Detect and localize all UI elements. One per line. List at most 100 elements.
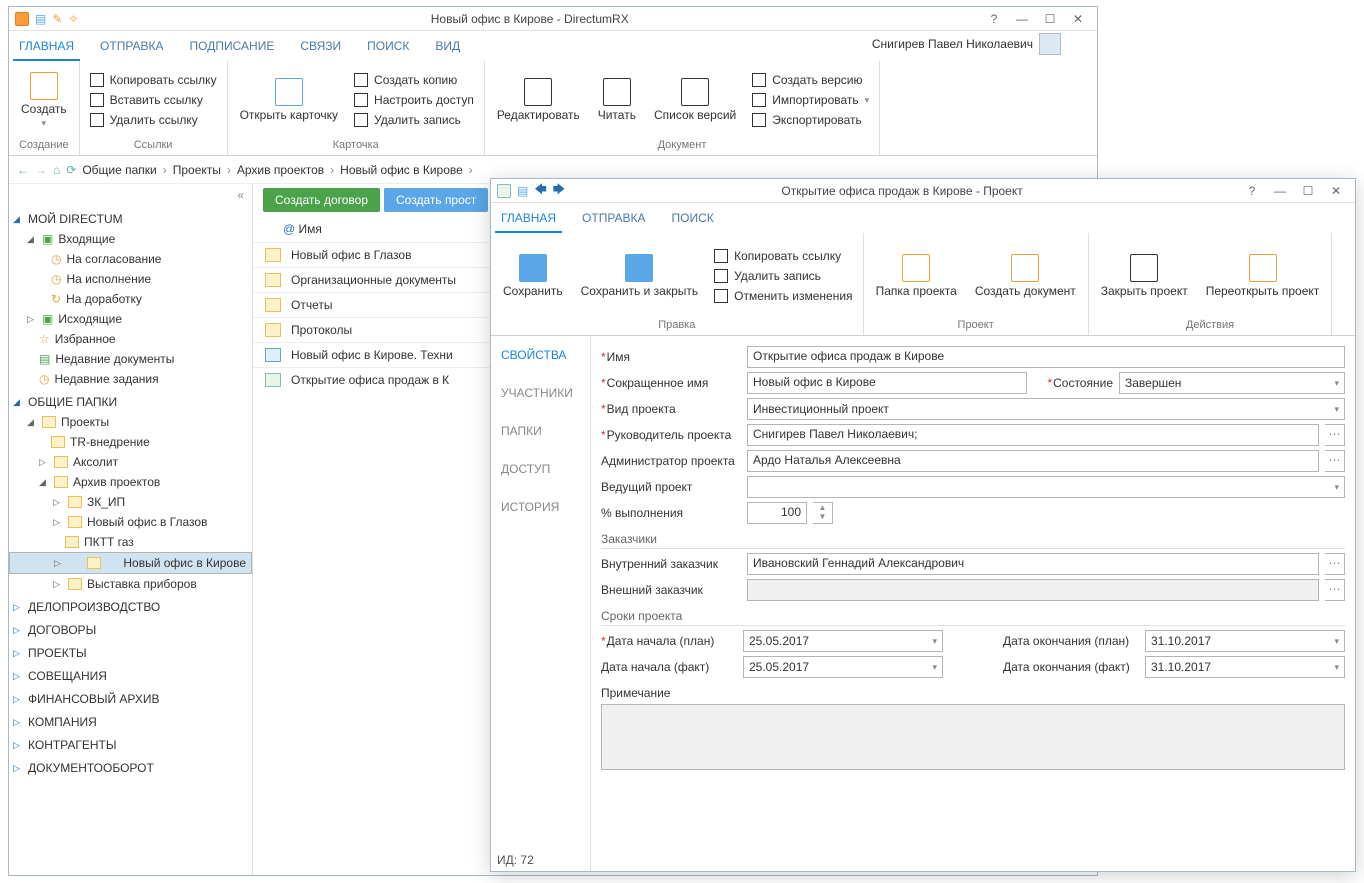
back-icon[interactable]: ←	[17, 163, 29, 177]
close-button[interactable]: ✕	[1065, 10, 1091, 28]
create-doc-button[interactable]: Создать документ	[969, 252, 1082, 300]
extc-input[interactable]	[747, 579, 1319, 601]
create-copy-button[interactable]: Создать копию	[350, 71, 478, 89]
nav-finarchive[interactable]: ▷ФИНАНСОВЫЙ АРХИВ	[9, 686, 252, 709]
intc-input[interactable]: Ивановский Геннадий Александрович	[747, 553, 1319, 575]
crumb-3[interactable]: Новый офис в Кирове	[340, 163, 463, 177]
vtab-access[interactable]: ДОСТУП	[491, 450, 590, 488]
refresh-icon[interactable]: ⟳	[66, 163, 76, 177]
help-button[interactable]: ?	[981, 10, 1007, 28]
state-select[interactable]: Завершен▾	[1119, 372, 1345, 394]
dlg-tab-main[interactable]: ГЛАВНАЯ	[495, 205, 562, 233]
nav-approval[interactable]: ◷На согласование	[9, 249, 252, 269]
crumb-0[interactable]: Общие папки	[82, 163, 156, 177]
nav-zkip[interactable]: ▷ЗК_ИП	[9, 492, 252, 512]
dlg-delete-record-button[interactable]: Удалить запись	[710, 267, 856, 285]
nav-docflow[interactable]: ▷ДОКУМЕНТООБОРОТ	[9, 755, 252, 778]
create-button[interactable]: Создать▾	[15, 70, 73, 131]
tab-sign[interactable]: ПОДПИСАНИЕ	[184, 33, 281, 61]
nav-projects[interactable]: ◢Проекты	[9, 412, 252, 432]
lead-input[interactable]: Снигирев Павел Николаевич;	[747, 424, 1319, 446]
nav-archive[interactable]: ◢Архив проектов	[9, 472, 252, 492]
delete-record-button[interactable]: Удалить запись	[350, 111, 478, 129]
dlg-tab-search[interactable]: ПОИСК	[666, 205, 720, 233]
nav-tr[interactable]: TR-внедрение	[9, 432, 252, 452]
admin-input[interactable]: Ардо Наталья Алексеевна	[747, 450, 1319, 472]
dstartp-input[interactable]: 25.05.2017▾	[743, 630, 943, 652]
tab-send[interactable]: ОТПРАВКА	[94, 33, 170, 61]
pct-input[interactable]: 100	[747, 502, 807, 524]
nav-company[interactable]: ▷КОМПАНИЯ	[9, 709, 252, 732]
home-icon[interactable]: ⌂	[53, 163, 60, 177]
note-textarea[interactable]	[601, 704, 1345, 770]
tab-links[interactable]: СВЯЗИ	[294, 33, 347, 61]
create-contract-button[interactable]: Создать договор	[263, 188, 380, 212]
qat-forward-icon[interactable]: 🡆	[553, 180, 565, 201]
copy-link-button[interactable]: Копировать ссылку	[86, 71, 221, 89]
nav-pktt[interactable]: ПКТТ газ	[9, 532, 252, 552]
project-folder-button[interactable]: Папка проекта	[870, 252, 963, 300]
dlg-close-button[interactable]: ✕	[1323, 182, 1349, 200]
kind-select[interactable]: Инвестиционный проект▾	[747, 398, 1345, 420]
dlg-help-button[interactable]: ?	[1239, 182, 1265, 200]
qat-save-icon[interactable]: ▤	[35, 12, 46, 26]
lead-picker[interactable]: ⋯	[1325, 424, 1345, 446]
nav-expo[interactable]: ▷Выставка приборов	[9, 574, 252, 594]
nav-fav[interactable]: ☆Избранное	[9, 329, 252, 349]
dendf-input[interactable]: 31.10.2017▾	[1145, 656, 1345, 678]
qat-back-icon[interactable]: 🡄	[534, 180, 546, 201]
tab-search[interactable]: ПОИСК	[361, 33, 415, 61]
nav-dogovory[interactable]: ▷ДОГОВОРЫ	[9, 617, 252, 640]
qat-save-icon[interactable]: ▤	[517, 184, 528, 198]
dlg-copy-link-button[interactable]: Копировать ссылку	[710, 247, 856, 265]
vtab-folders[interactable]: ПАПКИ	[491, 412, 590, 450]
dlg-maximize-button[interactable]: ☐	[1295, 182, 1321, 200]
nav-proekty[interactable]: ▷ПРОЕКТЫ	[9, 640, 252, 663]
vtab-properties[interactable]: СВОЙСТВА	[491, 336, 590, 374]
dendp-input[interactable]: 31.10.2017▾	[1145, 630, 1345, 652]
vtab-participants[interactable]: УЧАСТНИКИ	[491, 374, 590, 412]
vtab-history[interactable]: ИСТОРИЯ	[491, 488, 590, 526]
intc-picker[interactable]: ⋯	[1325, 553, 1345, 575]
admin-picker[interactable]: ⋯	[1325, 450, 1345, 472]
qat-edit-icon[interactable]: ✎	[52, 12, 62, 26]
crumb-1[interactable]: Проекты	[173, 163, 221, 177]
nav-inbox[interactable]: ◢▣Входящие	[9, 229, 252, 249]
maximize-button[interactable]: ☐	[1037, 10, 1063, 28]
qat-new-icon[interactable]: ✧	[68, 12, 78, 26]
nav-outbox[interactable]: ▷▣Исходящие	[9, 309, 252, 329]
nav-aksolit[interactable]: ▷Аксолит	[9, 452, 252, 472]
tab-main[interactable]: ГЛАВНАЯ	[13, 33, 80, 61]
reopen-project-button[interactable]: Переоткрыть проект	[1200, 252, 1326, 300]
extc-picker[interactable]: ⋯	[1325, 579, 1345, 601]
nav-deloproiz[interactable]: ▷ДЕЛОПРОИЗВОДСТВО	[9, 594, 252, 617]
nav-execute[interactable]: ◷На исполнение	[9, 269, 252, 289]
crumb-2[interactable]: Архив проектов	[237, 163, 324, 177]
nav-recent-docs[interactable]: ▤Недавние документы	[9, 349, 252, 369]
parent-select[interactable]: ▾	[747, 476, 1345, 498]
dstartf-input[interactable]: 25.05.2017▾	[743, 656, 943, 678]
pct-spinner[interactable]: ▲▼	[813, 502, 833, 524]
nav-contragents[interactable]: ▷КОНТРАГЕНТЫ	[9, 732, 252, 755]
tab-view[interactable]: ВИД	[429, 33, 466, 61]
nav-shared[interactable]: ◢ОБЩИЕ ПАПКИ	[9, 389, 252, 412]
collapse-icon[interactable]: «	[237, 188, 244, 202]
open-card-button[interactable]: Открыть карточку	[234, 76, 344, 124]
nav-glazov[interactable]: ▷Новый офис в Глазов	[9, 512, 252, 532]
current-user[interactable]: Снигирев Павел Николаевич	[872, 33, 1061, 55]
minimize-button[interactable]: —	[1009, 10, 1035, 28]
save-close-button[interactable]: Сохранить и закрыть	[575, 252, 704, 300]
create-simple-button[interactable]: Создать прост	[384, 188, 488, 212]
name-input[interactable]: Открытие офиса продаж в Кирове	[747, 346, 1345, 368]
nav-kirov[interactable]: ▷Новый офис в Кирове	[9, 552, 252, 574]
nav-soveshch[interactable]: ▷СОВЕЩАНИЯ	[9, 663, 252, 686]
dlg-tab-send[interactable]: ОТПРАВКА	[576, 205, 652, 233]
dlg-minimize-button[interactable]: —	[1267, 182, 1293, 200]
nav-mydirectum[interactable]: ◢МОЙ DIRECTUM	[9, 206, 252, 229]
forward-icon[interactable]: →	[35, 163, 47, 177]
nav-recent-tasks[interactable]: ◷Недавние задания	[9, 369, 252, 389]
nav-rework[interactable]: ↻На доработку	[9, 289, 252, 309]
save-button[interactable]: Сохранить	[497, 252, 569, 300]
paste-link-button[interactable]: Вставить ссылку	[86, 91, 221, 109]
short-input[interactable]: Новый офис в Кирове	[747, 372, 1027, 394]
